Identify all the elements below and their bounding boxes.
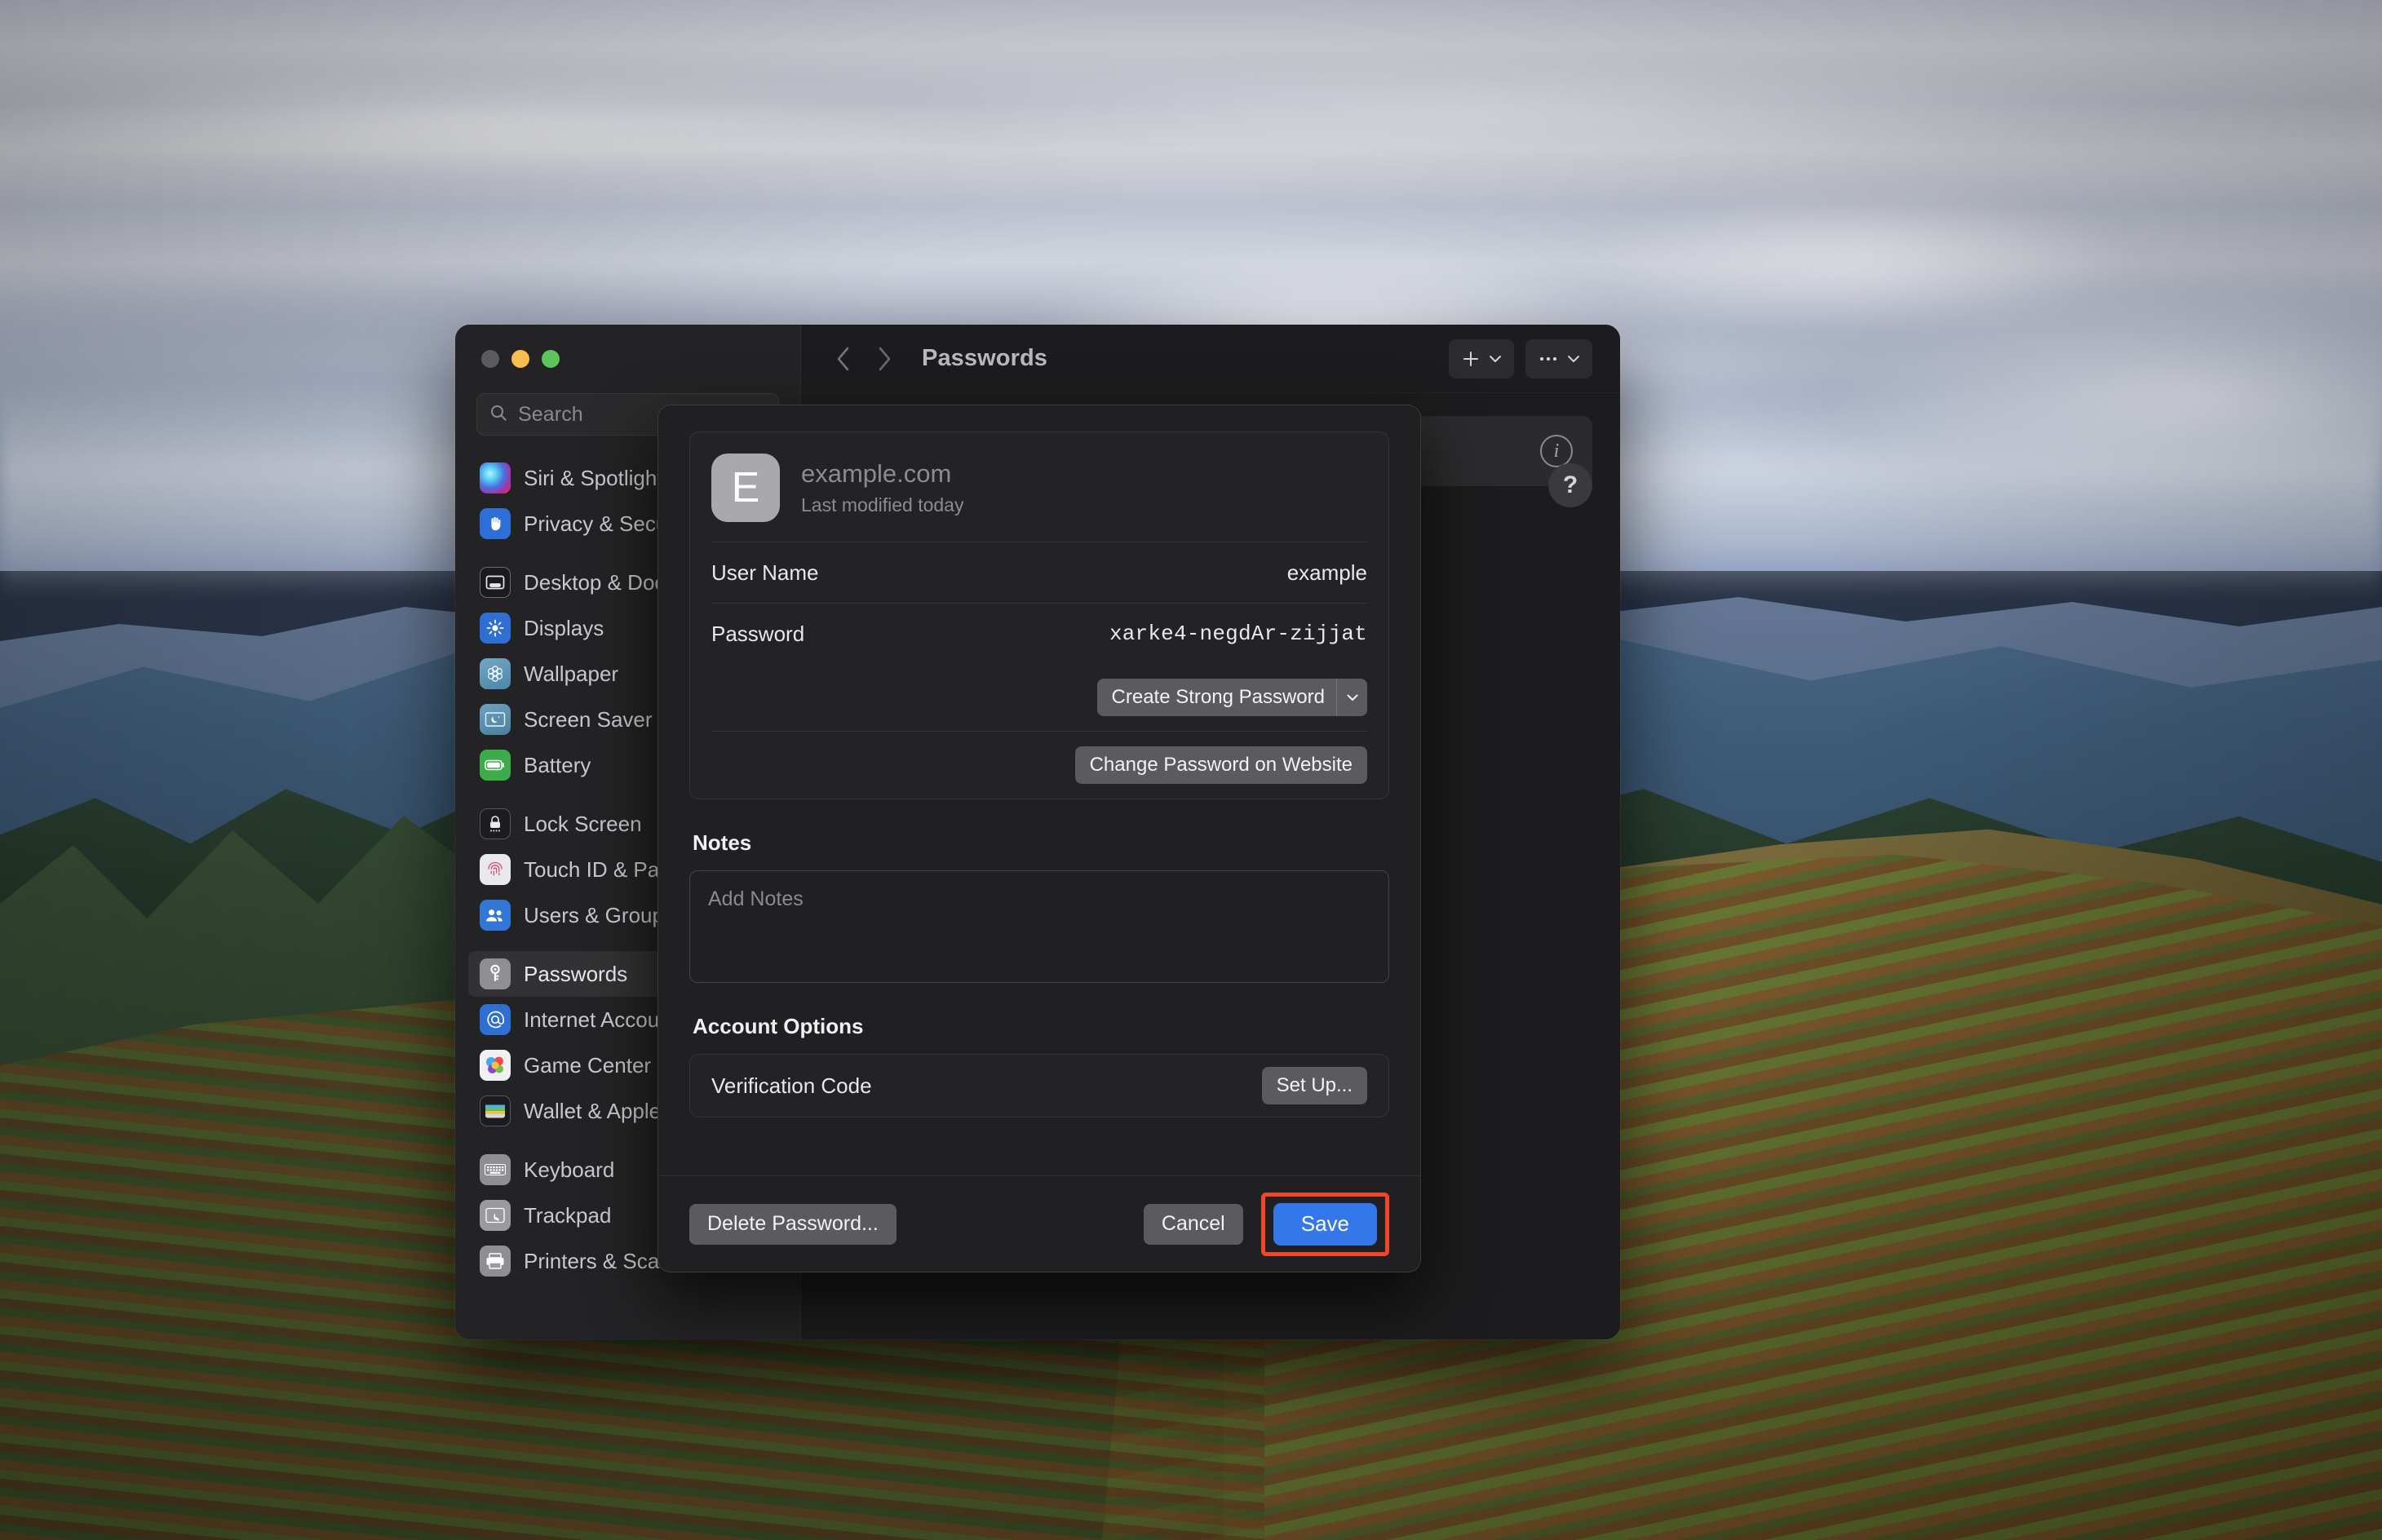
maximize-window-button[interactable] bbox=[542, 350, 560, 368]
info-icon[interactable]: i bbox=[1540, 435, 1573, 467]
desktop-wallpaper: Search Siri & Spotlight Privacy & Securi… bbox=[0, 0, 2382, 1540]
username-value[interactable]: example bbox=[1287, 560, 1367, 586]
verification-code-label: Verification Code bbox=[711, 1073, 872, 1098]
siri-icon bbox=[480, 462, 511, 493]
sidebar-item-label: Passwords bbox=[524, 961, 628, 986]
save-button[interactable]: Save bbox=[1273, 1202, 1377, 1246]
sidebar-item-label: Desktop & Dock bbox=[524, 569, 676, 595]
verification-code-row: Verification Code Set Up... bbox=[689, 1054, 1389, 1117]
save-button-highlight: Save bbox=[1260, 1192, 1389, 1256]
credential-card: E example.com Last modified today User N… bbox=[689, 431, 1389, 799]
change-password-on-website-button[interactable]: Change Password on Website bbox=[1074, 746, 1367, 784]
sidebar-item-label: Screen Saver bbox=[524, 706, 653, 732]
password-detail-dialog: E example.com Last modified today User N… bbox=[657, 405, 1421, 1272]
username-row[interactable]: User Name example bbox=[690, 542, 1388, 603]
sidebar-item-label: Users & Groups bbox=[524, 902, 675, 927]
minimize-window-button[interactable] bbox=[511, 350, 529, 368]
site-avatar: E bbox=[711, 454, 780, 522]
password-value[interactable]: xarke4-negdAr-zijjat bbox=[1109, 622, 1367, 646]
page-title: Passwords bbox=[922, 345, 1048, 371]
hand-privacy-icon bbox=[480, 508, 511, 539]
password-label: Password bbox=[711, 621, 805, 646]
last-modified-text: Last modified today bbox=[801, 494, 964, 516]
notes-input[interactable]: Add Notes bbox=[689, 870, 1389, 983]
search-placeholder: Search bbox=[518, 402, 583, 426]
sidebar-item-label: Siri & Spotlight bbox=[524, 465, 663, 490]
more-options-button[interactable] bbox=[1525, 339, 1592, 378]
touch-id-icon bbox=[480, 854, 511, 885]
keyboard-icon bbox=[480, 1154, 511, 1185]
create-strong-password-label: Create Strong Password bbox=[1111, 686, 1325, 708]
wallet-icon bbox=[480, 1095, 511, 1126]
change-password-row: Change Password on Website bbox=[690, 732, 1388, 799]
trackpad-icon bbox=[480, 1200, 511, 1231]
account-options-section-title: Account Options bbox=[693, 1014, 864, 1038]
set-up-verification-button[interactable]: Set Up... bbox=[1261, 1067, 1367, 1104]
sidebar-item-label: Lock Screen bbox=[524, 811, 642, 836]
credential-header: E example.com Last modified today bbox=[690, 432, 1388, 542]
password-row[interactable]: Password xarke4-negdAr-zijjat bbox=[690, 604, 1388, 664]
sidebar-item-label: Game Center bbox=[524, 1052, 652, 1078]
search-icon bbox=[489, 403, 508, 427]
users-groups-icon bbox=[480, 900, 511, 931]
traffic-lights bbox=[455, 325, 800, 393]
screen-saver-icon bbox=[480, 704, 511, 735]
back-button[interactable] bbox=[826, 341, 861, 377]
desktop-dock-icon bbox=[480, 567, 511, 598]
displays-icon bbox=[480, 613, 511, 644]
create-strong-password-button[interactable]: Create Strong Password bbox=[1096, 679, 1367, 716]
dialog-body: E example.com Last modified today User N… bbox=[658, 405, 1420, 1175]
username-label: User Name bbox=[711, 560, 819, 585]
at-sign-icon bbox=[480, 1004, 511, 1035]
printer-icon bbox=[480, 1246, 511, 1277]
sidebar-item-label: Battery bbox=[524, 752, 591, 777]
key-icon bbox=[480, 958, 511, 989]
site-info: example.com Last modified today bbox=[801, 459, 963, 517]
sidebar-item-label: Trackpad bbox=[524, 1202, 612, 1228]
delete-password-button[interactable]: Delete Password... bbox=[689, 1203, 897, 1245]
help-button[interactable]: ? bbox=[1548, 463, 1592, 507]
chevron-down-icon bbox=[1336, 679, 1367, 716]
create-strong-password-row: Create Strong Password bbox=[690, 664, 1388, 731]
sidebar-item-label: Displays bbox=[524, 615, 604, 640]
game-center-icon bbox=[480, 1050, 511, 1081]
dialog-footer: Delete Password... Cancel Save bbox=[658, 1175, 1420, 1272]
forward-button[interactable] bbox=[866, 341, 902, 377]
add-password-button[interactable] bbox=[1449, 339, 1514, 378]
wallpaper-icon bbox=[480, 658, 511, 689]
cancel-button[interactable]: Cancel bbox=[1143, 1203, 1243, 1245]
navigation-arrows bbox=[826, 341, 902, 377]
battery-icon bbox=[480, 750, 511, 781]
site-name: example.com bbox=[801, 458, 952, 488]
close-window-button[interactable] bbox=[481, 350, 499, 368]
notes-section-title: Notes bbox=[693, 830, 752, 855]
sidebar-item-label: Wallpaper bbox=[524, 661, 619, 686]
sidebar-item-label: Keyboard bbox=[524, 1157, 615, 1182]
lock-screen-icon bbox=[480, 808, 511, 839]
toolbar: Passwords bbox=[801, 325, 1620, 393]
